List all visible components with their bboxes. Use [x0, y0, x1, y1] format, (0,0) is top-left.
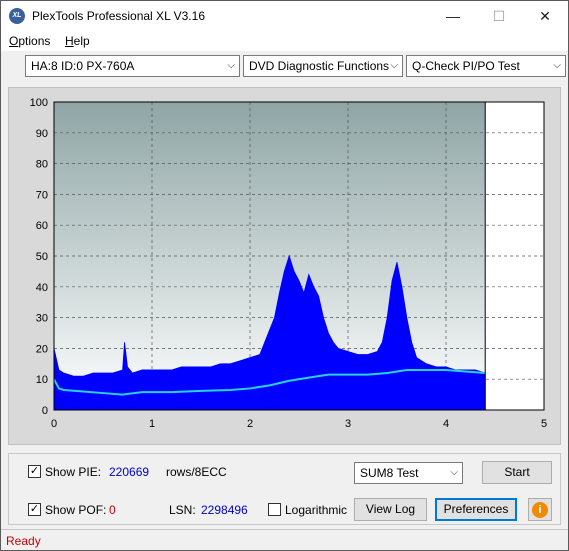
pi-po-chart: 0 10 20 30 40 50 60 70 80 90 100 0 1 2 3 4 5 [30, 97, 547, 430]
logarithmic-label: Logarithmic [285, 503, 348, 517]
title-bar: XL PlexTools Professional XL V3.16 — ☐ ✕ [1, 1, 568, 31]
chevron-down-icon: ⌵ [227, 60, 235, 71]
start-button[interactable]: Start [482, 461, 552, 484]
x-tick-label: 3 [345, 418, 351, 430]
info-icon: i [532, 502, 548, 518]
drive-select[interactable]: HA:8 ID:0 PX-760A ⌵ [25, 55, 240, 77]
preferences-button[interactable]: Preferences [435, 498, 517, 521]
chevron-down-icon: ⌵ [390, 60, 398, 71]
drive-select-value: HA:8 ID:0 PX-760A [31, 59, 135, 73]
y-tick-label: 100 [30, 97, 48, 109]
chevron-down-icon: ⌵ [450, 467, 458, 478]
chevron-down-icon: ⌵ [553, 60, 561, 71]
show-pof-checkbox[interactable]: ✓ [28, 503, 41, 516]
test-select-value: Q-Check PI/PO Test [412, 59, 520, 73]
menu-bar: Options Help [1, 31, 568, 51]
lsn-value: 2298496 [201, 503, 248, 517]
info-button[interactable]: i [528, 498, 552, 521]
y-tick-label: 20 [36, 343, 48, 355]
minimize-button[interactable]: — [430, 1, 476, 31]
controls-panel: ✓ Show PIE: 220669 rows/8ECC ✓ Show POF:… [8, 453, 561, 525]
x-tick-label: 5 [541, 418, 547, 430]
y-tick-label: 10 [36, 374, 48, 386]
app-logo-icon: XL [9, 8, 25, 24]
show-pie-label: Show PIE: [45, 465, 102, 479]
y-tick-label: 80 [36, 159, 48, 171]
x-tick-label: 4 [443, 418, 449, 430]
y-tick-label: 40 [36, 282, 48, 294]
y-tick-label: 30 [36, 313, 48, 325]
show-pof-label: Show POF: [45, 503, 107, 517]
function-select[interactable]: DVD Diagnostic Functions ⌵ [243, 55, 403, 77]
close-button[interactable]: ✕ [522, 1, 568, 31]
function-select-value: DVD Diagnostic Functions [249, 59, 390, 73]
app-window: XL PlexTools Professional XL V3.16 — ☐ ✕… [0, 0, 569, 551]
y-tick-label: 90 [36, 128, 48, 140]
x-tick-label: 2 [247, 418, 253, 430]
lsn-label: LSN: [169, 503, 196, 517]
y-tick-label: 0 [42, 405, 48, 417]
logarithmic-checkbox[interactable] [268, 503, 281, 516]
view-log-button[interactable]: View Log [354, 498, 427, 521]
pie-value: 220669 [109, 465, 150, 479]
status-bar: Ready [1, 529, 568, 550]
x-tick-label: 1 [149, 418, 155, 430]
pof-value: 0 [109, 503, 116, 517]
window-title: PlexTools Professional XL V3.16 [32, 9, 205, 23]
menu-options[interactable]: Options [9, 34, 50, 48]
sum8-test-select-value: SUM8 Test [360, 466, 419, 480]
y-tick-label: 50 [36, 251, 48, 263]
toolbar: HA:8 ID:0 PX-760A ⌵ DVD Diagnostic Funct… [1, 51, 568, 81]
status-text: Ready [6, 534, 41, 548]
chart-panel: 0 10 20 30 40 50 60 70 80 90 100 0 1 2 3 4 5 [8, 87, 561, 445]
y-tick-label: 70 [36, 189, 48, 201]
sum8-test-select[interactable]: SUM8 Test ⌵ [354, 462, 463, 484]
x-tick-label: 0 [51, 418, 57, 430]
pie-unit: rows/8ECC [166, 465, 227, 479]
maximize-button[interactable]: ☐ [476, 1, 522, 31]
show-pie-checkbox[interactable]: ✓ [28, 465, 41, 478]
menu-help[interactable]: Help [65, 34, 90, 48]
y-tick-label: 60 [36, 220, 48, 232]
test-select[interactable]: Q-Check PI/PO Test ⌵ [406, 55, 566, 77]
